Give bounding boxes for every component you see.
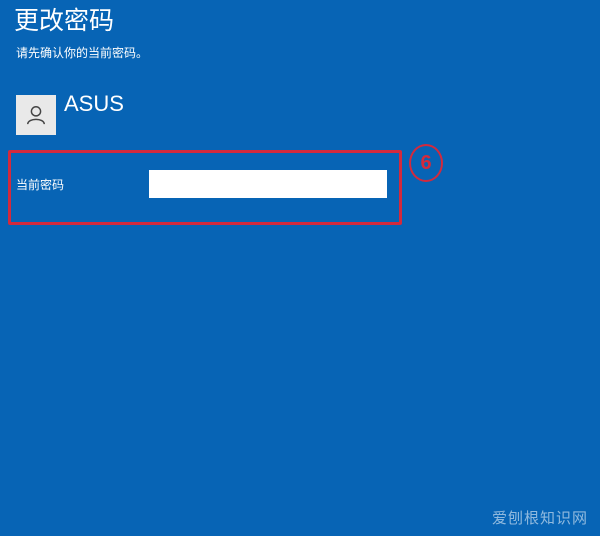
page-title: 更改密码 [14, 6, 115, 35]
step-number-marker: 6 [409, 144, 443, 182]
account-username: ASUS [64, 91, 124, 116]
current-password-input[interactable] [149, 170, 387, 198]
watermark: 爱刨根知识网 [491, 509, 588, 527]
user-icon [27, 106, 45, 125]
page-subtitle: 请先确认你的当前密码。 [16, 46, 149, 60]
current-password-label: 当前密码 [16, 178, 65, 192]
avatar [16, 95, 56, 135]
